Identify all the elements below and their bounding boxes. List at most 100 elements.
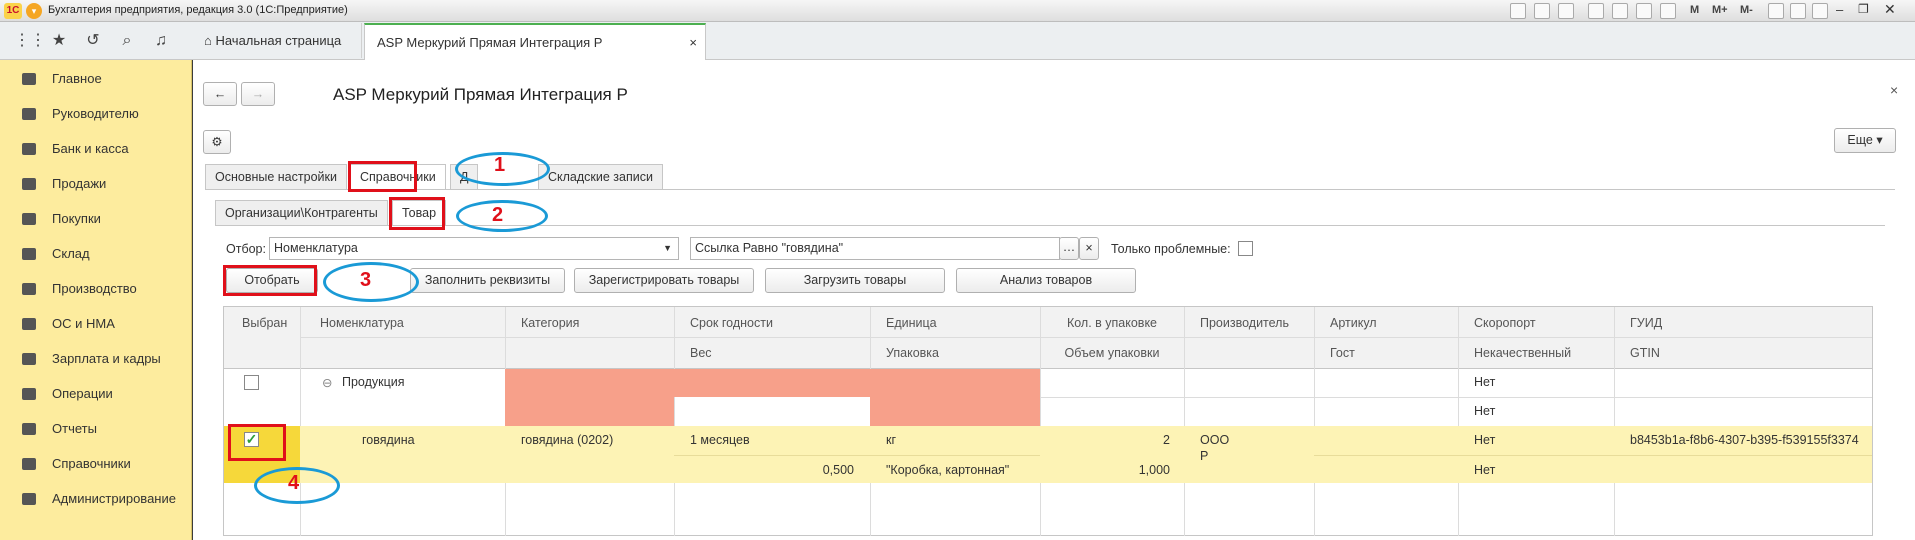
- mail-icon[interactable]: [1612, 3, 1628, 19]
- select-dots-button[interactable]: …: [1059, 237, 1079, 260]
- memory-add-button[interactable]: M+: [1712, 4, 1728, 16]
- sidebar-item-7[interactable]: ОС и НМА: [0, 307, 190, 341]
- item-name: говядина: [362, 433, 415, 447]
- col-pack-volume[interactable]: Объем упаковки: [1040, 346, 1184, 360]
- calendar-icon[interactable]: [1636, 3, 1652, 19]
- clear-filter-button[interactable]: ×: [1079, 237, 1099, 260]
- print-icon[interactable]: [1534, 3, 1550, 19]
- bag-icon: [22, 178, 36, 190]
- forward-button[interactable]: →: [241, 82, 275, 106]
- col-nomenclature[interactable]: Номенклатура: [320, 316, 404, 330]
- group-checkbox[interactable]: [244, 375, 259, 390]
- col-perishable[interactable]: Скоропорт: [1474, 316, 1536, 330]
- preview-icon[interactable]: [1558, 3, 1574, 19]
- books-icon: [22, 458, 36, 470]
- sidebar-item-2[interactable]: Банк и касса: [0, 132, 190, 166]
- attach-icon[interactable]: [1588, 3, 1604, 19]
- sidebar-item-6[interactable]: Производство: [0, 272, 190, 306]
- sidebar-item-5[interactable]: Склад: [0, 237, 190, 271]
- sidebar-item-label: Администрирование: [52, 491, 176, 506]
- sidebar-item-8[interactable]: Зарплата и кадры: [0, 342, 190, 376]
- sidebar-item-3[interactable]: Продажи: [0, 167, 190, 201]
- sidebar-item-4[interactable]: Покупки: [0, 202, 190, 236]
- minimize-button[interactable]: –: [1836, 2, 1843, 17]
- memory-store-button[interactable]: M: [1690, 4, 1699, 16]
- item-guid: b8453b1a-f8b6-4307-b395-f539155f3374: [1630, 433, 1859, 447]
- sidebar: Главное Руководителю Банк и касса Продажи По…: [0, 60, 192, 540]
- sidebar-item-12[interactable]: Администрирование: [0, 482, 190, 516]
- memory-subtract-button[interactable]: M-: [1740, 4, 1753, 16]
- analyze-goods-button[interactable]: Анализ товаров: [956, 268, 1136, 293]
- col-category[interactable]: Категория: [521, 316, 579, 330]
- group-defective: Нет: [1474, 404, 1496, 418]
- sidebar-item-label: Банк и касса: [52, 141, 129, 156]
- load-goods-button[interactable]: Загрузить товары: [765, 268, 945, 293]
- only-problems-checkbox[interactable]: [1238, 241, 1253, 256]
- tab-main-settings[interactable]: Основные настройки: [205, 164, 347, 189]
- tab-warehouse-records[interactable]: Складские записи: [538, 164, 663, 189]
- item-manufacturer-line1: ООО: [1200, 433, 1230, 447]
- col-qty-pack[interactable]: Кол. в упаковке: [1040, 316, 1184, 330]
- close-window-button[interactable]: ✕: [1884, 1, 1896, 18]
- filter-label: Отбор:: [226, 242, 266, 256]
- sidebar-item-1[interactable]: Руководителю: [0, 97, 190, 131]
- expand-icon[interactable]: ⊖: [322, 375, 332, 390]
- chevron-down-icon: ▼: [663, 243, 672, 253]
- col-article[interactable]: Артикул: [1330, 316, 1377, 330]
- col-guid[interactable]: ГУИД: [1630, 316, 1662, 330]
- bell-icon[interactable]: ♫: [152, 32, 170, 50]
- zoom-icon[interactable]: [1768, 3, 1784, 19]
- panel-icon[interactable]: [1790, 3, 1806, 19]
- settings-icon[interactable]: ⚙: [203, 130, 231, 154]
- filter-value-input[interactable]: Ссылка Равно "говядина": [690, 237, 1060, 260]
- col-gtin[interactable]: GTIN: [1630, 346, 1660, 360]
- fill-requisites-button[interactable]: Заполнить реквизиты: [410, 268, 565, 293]
- window-title: Бухгалтерия предприятия, редакция 3.0 (1…: [48, 4, 348, 16]
- annotation-number-3: 3: [360, 269, 372, 291]
- favorites-icon[interactable]: ★: [50, 32, 68, 50]
- sidebar-item-9[interactable]: Операции: [0, 377, 190, 411]
- highlight-filter-button: [223, 265, 317, 296]
- sidebar-item-0[interactable]: Главное: [0, 62, 190, 96]
- tab-asp-mercury[interactable]: ASP Меркурий Прямая Интеграция Р ×: [364, 23, 706, 60]
- main-menu-button[interactable]: ▾: [26, 3, 42, 19]
- history-icon[interactable]: ↺: [84, 32, 102, 50]
- search-icon[interactable]: ⌕: [118, 32, 136, 50]
- menu-lines-icon: [22, 73, 36, 85]
- more-button[interactable]: Еще ▾: [1834, 128, 1896, 153]
- back-button[interactable]: ←: [203, 82, 237, 106]
- col-gost[interactable]: Гост: [1330, 346, 1355, 360]
- tab-organizations[interactable]: Организации\Контрагенты: [215, 200, 388, 225]
- close-form-icon[interactable]: ×: [1890, 82, 1898, 98]
- calculator-icon[interactable]: [1660, 3, 1676, 19]
- col-unit[interactable]: Единица: [886, 316, 937, 330]
- register-goods-button[interactable]: Зарегистрировать товары: [574, 268, 754, 293]
- highlight-directories-tab: [348, 161, 417, 192]
- close-tab-icon[interactable]: ×: [689, 25, 697, 60]
- app-logo: 1С: [4, 3, 22, 19]
- item-manufacturer-line2: Р: [1200, 449, 1209, 463]
- filter-field-select[interactable]: Номенклатура ▼: [269, 237, 679, 260]
- col-defective[interactable]: Некачественный: [1474, 346, 1571, 360]
- restore-button[interactable]: ❐: [1858, 2, 1869, 16]
- error-cell-left: [505, 397, 674, 426]
- col-selected[interactable]: Выбран: [242, 316, 287, 330]
- operations-icon: [22, 388, 36, 400]
- sidebar-item-label: Операции: [52, 386, 113, 401]
- col-package[interactable]: Упаковка: [886, 346, 939, 360]
- sidebar-item-label: ОС и НМА: [52, 316, 115, 331]
- col-shelf-life[interactable]: Срок годности: [690, 316, 773, 330]
- item-category: говядина (0202): [521, 433, 614, 447]
- sidebar-item-11[interactable]: Справочники: [0, 447, 190, 481]
- home-icon: ⌂: [204, 33, 216, 48]
- col-weight[interactable]: Вес: [690, 346, 712, 360]
- annotation-number-4: 4: [288, 472, 300, 494]
- info-icon[interactable]: [1812, 3, 1828, 19]
- sidebar-item-10[interactable]: Отчеты: [0, 412, 190, 446]
- warehouse-icon: [22, 248, 36, 260]
- sidebar-item-label: Склад: [52, 246, 90, 261]
- tab-home[interactable]: ⌂ Начальная страница: [192, 23, 362, 58]
- save-icon[interactable]: [1510, 3, 1526, 19]
- col-manufacturer[interactable]: Производитель: [1200, 316, 1289, 330]
- apps-grid-icon[interactable]: ⋮⋮: [14, 32, 46, 50]
